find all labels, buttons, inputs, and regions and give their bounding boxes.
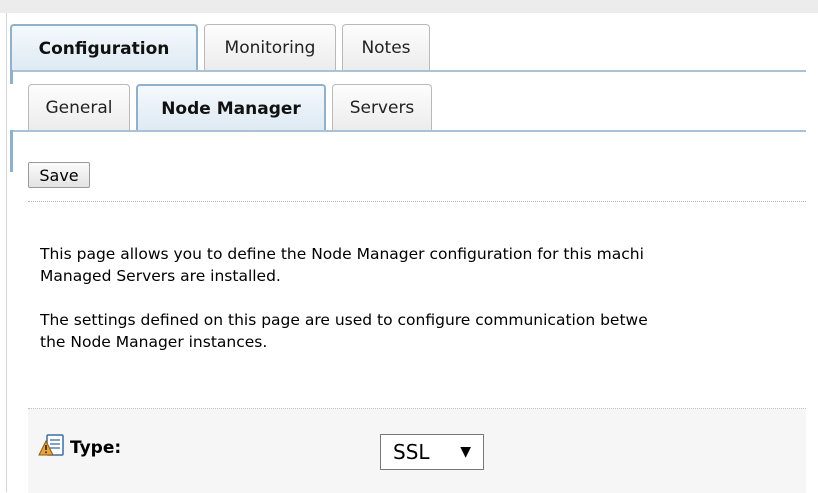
secondary-tab-bar: General Node Manager Servers <box>10 84 806 172</box>
tab-monitoring-label: Monitoring <box>224 37 316 58</box>
toolbar-divider <box>28 201 806 202</box>
type-select[interactable]: SSL ▼ <box>380 434 484 470</box>
description-line: Managed Servers are installed. <box>40 267 281 285</box>
primary-tab-bar: Configuration Monitoring Notes <box>10 24 806 84</box>
tab-servers-label: Servers <box>349 97 415 118</box>
tab-monitoring[interactable]: Monitoring <box>204 24 336 70</box>
primary-tab-leftbar <box>10 70 13 84</box>
description-line: the Node Manager instances. <box>40 333 268 351</box>
description-line: The settings defined on this page are us… <box>40 311 648 329</box>
tab-notes[interactable]: Notes <box>342 24 430 70</box>
description-paragraph-2: The settings defined on this page are us… <box>40 309 810 353</box>
tab-servers[interactable]: Servers <box>332 84 432 130</box>
tab-configuration[interactable]: Configuration <box>10 24 198 72</box>
tab-general[interactable]: General <box>28 84 130 130</box>
chevron-down-icon: ▼ <box>460 444 471 460</box>
tab-general-label: General <box>45 97 113 118</box>
description-line: This page allows you to define the Node … <box>40 245 644 263</box>
secondary-tab-leftbar <box>10 130 13 172</box>
description-paragraph-1: This page allows you to define the Node … <box>40 243 810 287</box>
secondary-tab-underline <box>10 130 806 132</box>
tab-node-manager[interactable]: Node Manager <box>136 84 326 132</box>
tab-node-manager-label: Node Manager <box>161 99 301 119</box>
type-select-value: SSL <box>393 440 430 464</box>
tab-notes-label: Notes <box>361 37 411 58</box>
primary-tab-underline <box>10 70 806 72</box>
top-strip <box>0 0 818 13</box>
tab-configuration-label: Configuration <box>38 39 170 59</box>
type-label: Type: <box>70 438 122 458</box>
left-rule <box>6 13 7 492</box>
save-button[interactable]: Save <box>28 162 90 188</box>
info-warning-icon[interactable] <box>38 434 66 460</box>
